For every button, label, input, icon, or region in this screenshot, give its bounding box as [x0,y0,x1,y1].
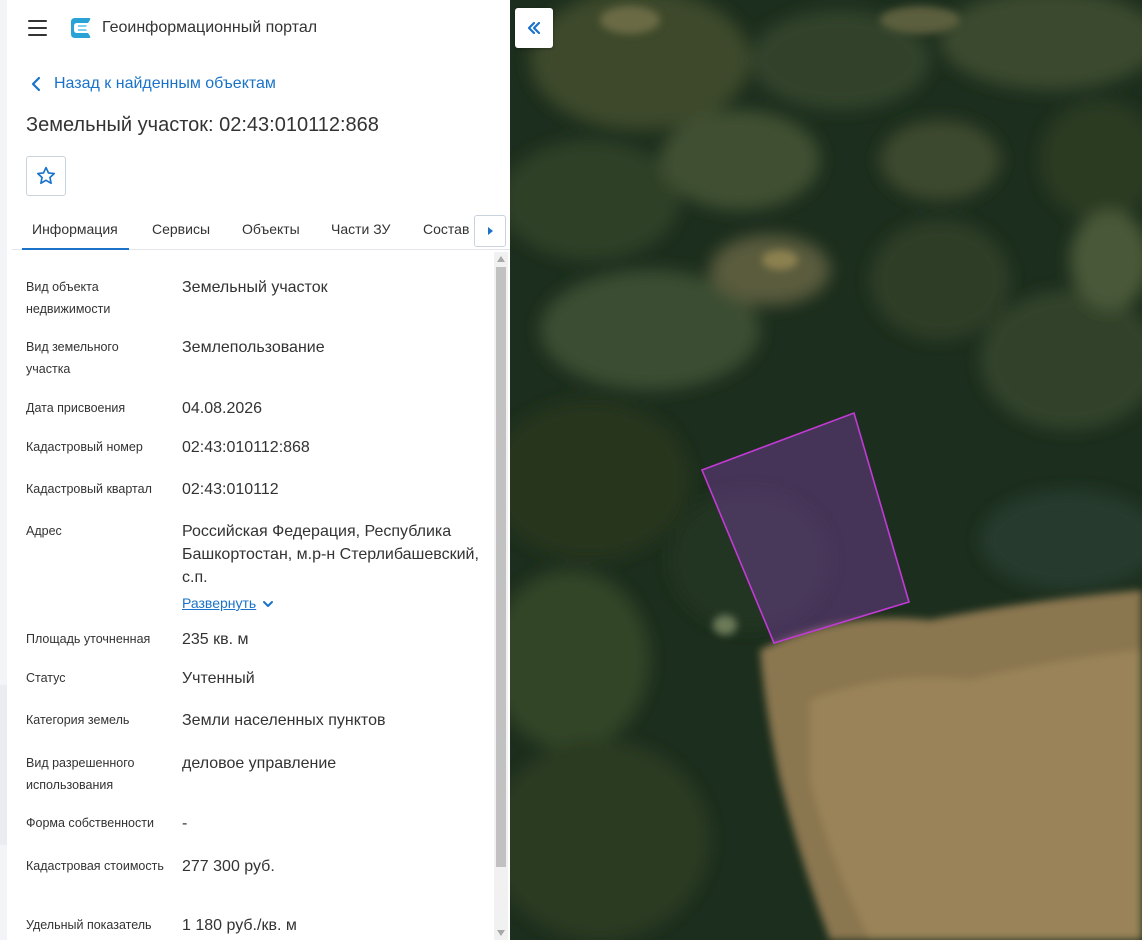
attr-value: 04.08.2026 [182,400,263,417]
top-bar: Геоинформационный портал [0,0,510,56]
attr-value: Российская Федерация, Республика Башкорт… [182,523,479,586]
attr-value: - [182,815,188,832]
expand-address-link[interactable]: Развернуть [182,592,274,615]
attr-label: Кадастровый номер [26,440,143,454]
expand-label: Развернуть [182,595,257,611]
object-title: Земельный участок: 02:43:010112:868 [26,114,379,136]
attr-label: Вид объекта недвижимости [26,280,111,316]
triangle-right-icon [488,227,493,235]
favorite-button[interactable] [26,156,66,196]
satellite-map[interactable] [510,0,1142,940]
panel-scrollbar[interactable] [494,252,508,940]
scroll-up-arrow[interactable] [497,256,505,262]
attr-value: Землепользование [182,339,325,356]
panel-edge [0,0,7,940]
attr-label: Дата присвоения [26,401,126,415]
attr-value: 02:43:010112:868 [182,439,310,456]
attr-label: Кадастровая стоимость [26,859,164,873]
hamburger-menu-icon[interactable] [22,14,54,42]
tabs-scroll-right-button[interactable] [474,215,506,247]
chevron-down-icon [263,600,274,607]
tab-objects[interactable]: Объекты [242,210,300,250]
tab-bar: Информация Сервисы Объекты Части ЗУ Сост… [12,210,510,250]
attr-label: Адрес [26,524,62,538]
attr-value: 235 кв. м [182,631,249,648]
info-panel: Геоинформационный портал Назад к найденн… [0,0,510,940]
attr-value: Земли населенных пунктов [182,712,386,729]
tab-information[interactable]: Информация [22,210,129,250]
scroll-down-arrow[interactable] [497,930,505,936]
attr-value: Земельный участок [182,279,328,296]
attr-label: Площадь уточненная [26,632,151,646]
scroll-thumb[interactable] [496,267,506,867]
attr-value: деловое управление [182,755,337,772]
attr-value: Учтенный [182,670,255,687]
app-title: Геоинформационный портал [102,19,318,36]
tab-parts[interactable]: Части ЗУ [331,210,390,250]
attr-value: 02:43:010112 [182,481,279,498]
attr-label: Категория земель [26,713,130,727]
back-link-label: Назад к найденным объектам [54,75,276,92]
double-chevron-left-icon [527,21,541,35]
attr-value: 277 300 руб. [182,858,275,875]
portal-logo-icon [71,18,91,38]
attr-label: Статус [26,671,66,685]
star-icon [36,166,56,185]
attr-label: Вид земельного участка [26,340,119,376]
chevron-left-icon [31,76,41,92]
tab-composition[interactable]: Состав [423,210,469,250]
attr-label: Форма собственности [26,816,154,830]
attr-label: Вид разрешенного использования [26,756,135,792]
attr-label: Удельный показатель [26,918,152,932]
attributes-list: Вид объекта недвижимости Земельный участ… [26,276,488,940]
back-to-results-link[interactable]: Назад к найденным объектам [26,74,276,94]
attr-label: Кадастровый квартал [26,482,152,496]
collapse-panel-button[interactable] [515,8,553,48]
attr-value: 1 180 руб./кв. м [182,917,297,934]
tab-services[interactable]: Сервисы [152,210,210,250]
satellite-imagery [510,0,1142,940]
